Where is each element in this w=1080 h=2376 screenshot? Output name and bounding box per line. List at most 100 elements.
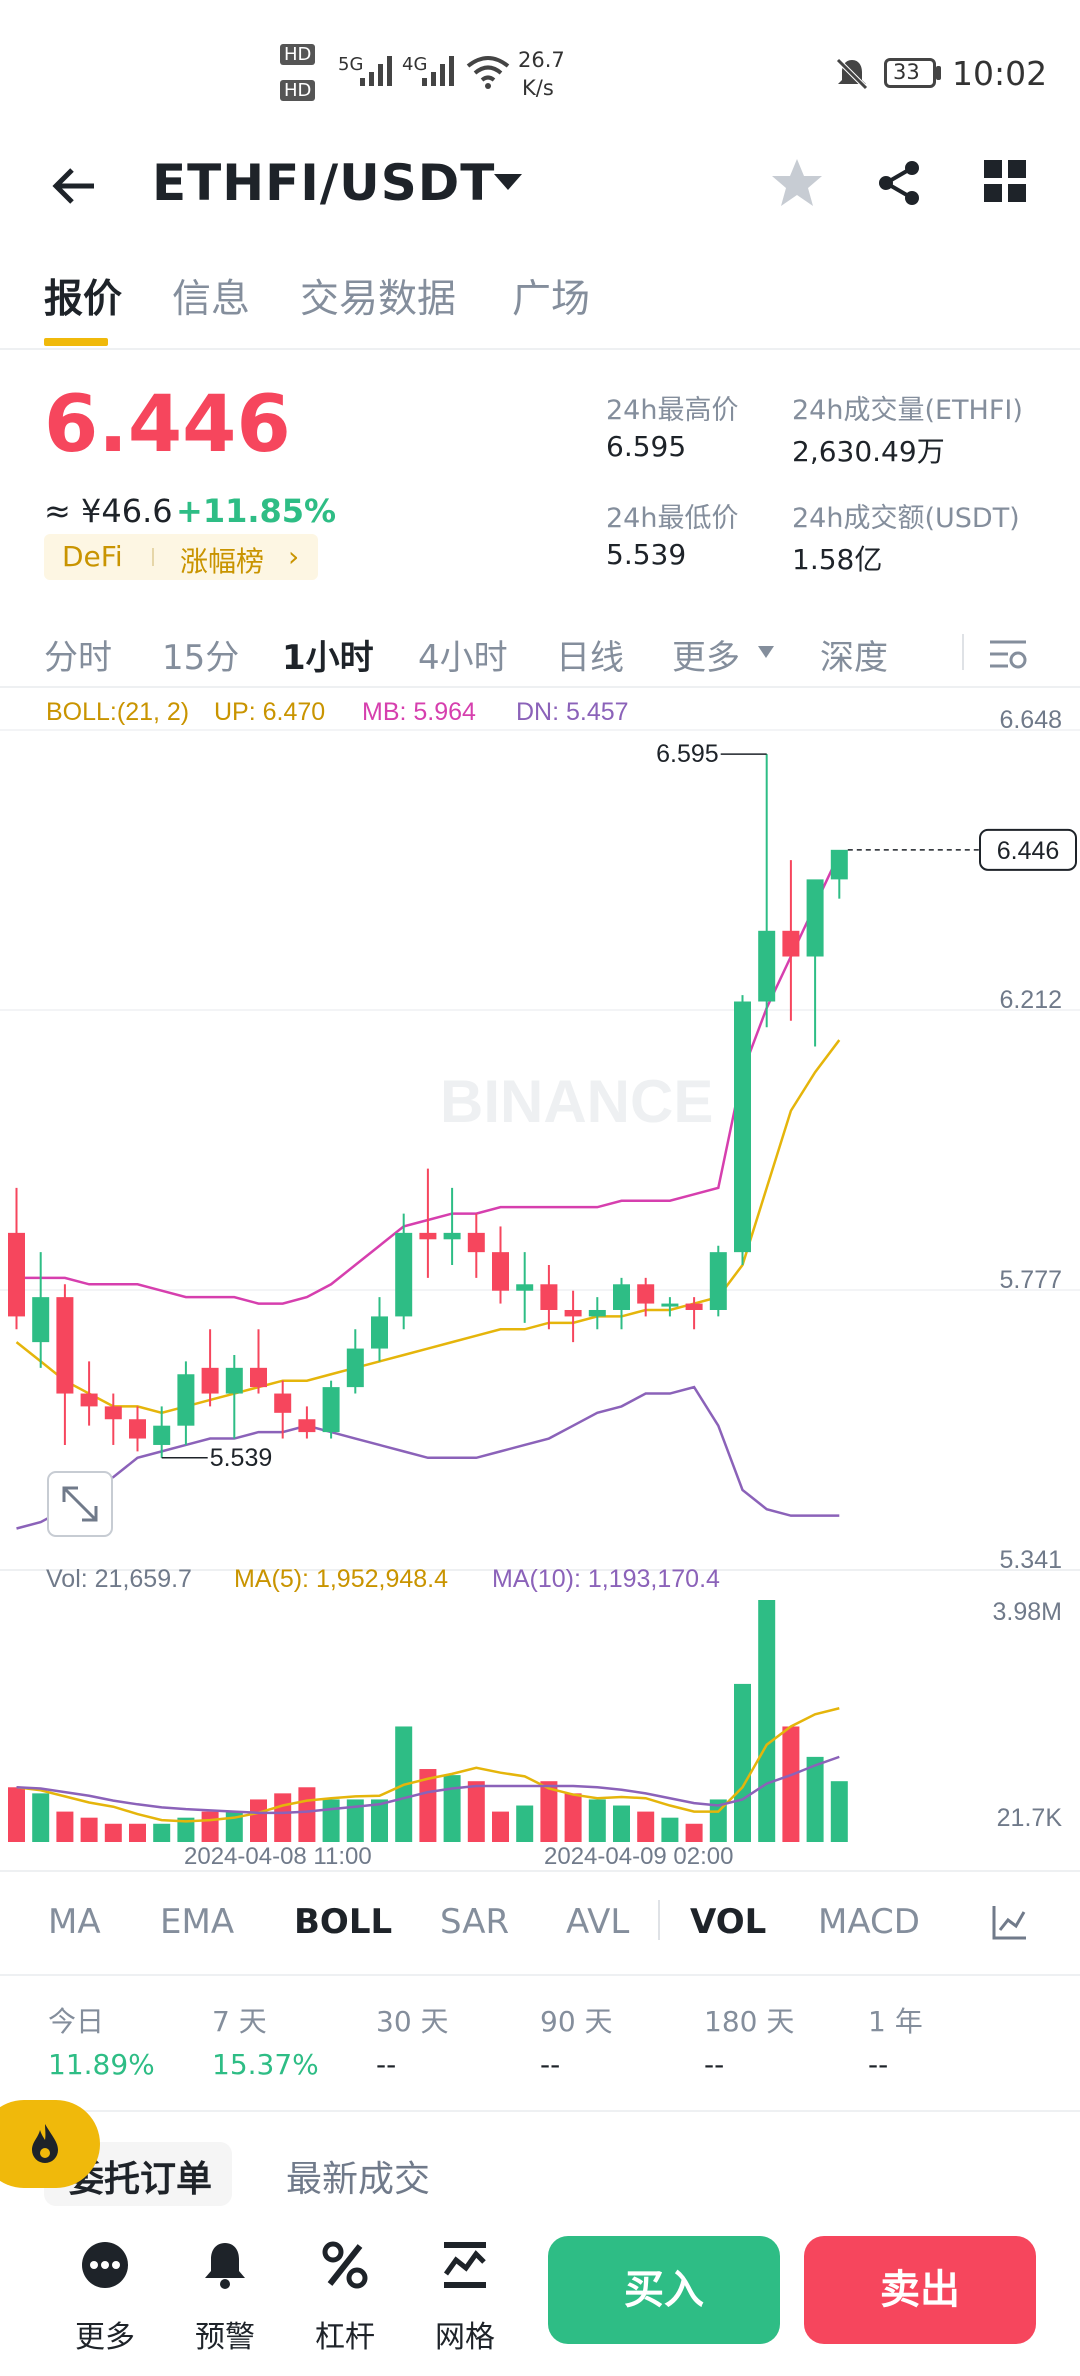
perf-value-30d: -- [376,2048,397,2081]
indicator-settings-icon[interactable] [990,1902,1030,1942]
interval-depth[interactable]: 深度 [820,630,888,679]
boll-up-legend: UP: 6.470 [214,698,325,726]
perf-value-7d: 15.37% [212,2048,319,2081]
leverage-button[interactable]: 杠杆 [290,2220,400,2370]
hot-fab[interactable] [0,2100,100,2188]
flame-icon [32,2124,58,2163]
candle-body [104,1406,122,1420]
candle-body [346,1348,364,1388]
volume-bar [516,1805,534,1842]
tab-info[interactable]: 信息 [172,268,250,324]
volume-bar [153,1823,171,1842]
interval-more[interactable]: 更多 [672,630,740,679]
volume-bars [8,1600,848,1842]
indicator-vol[interactable]: VOL [690,1902,766,1942]
volume-bar [8,1787,25,1842]
alert-button[interactable]: 预警 [170,2220,280,2370]
volume-bar [298,1787,316,1842]
volume-bar [104,1823,122,1842]
share-icon[interactable] [874,158,924,208]
grid-button[interactable]: 网格 [410,2220,520,2370]
pair-header: ETHFI/USDT [0,140,1080,250]
candle-body [661,1303,679,1307]
status-bar: HD HD 5G 4G 26.7 K/s 33 10:02 [0,0,1080,150]
interval-1h[interactable]: 1小时 [282,630,374,679]
vol-ma5-legend: MA(5): 1,952,948.4 [234,1565,448,1593]
sector-tag[interactable]: DeFi [62,540,123,573]
interval-timeline[interactable]: 分时 [44,630,112,679]
volume-bar [588,1799,606,1842]
last-price-marker: 6.446 [997,837,1060,865]
candle-body [371,1316,388,1349]
signal-icon-2 [422,56,454,86]
tab-square[interactable]: 广场 [512,268,590,324]
volume-bar [564,1793,582,1842]
sell-button[interactable]: 卖出 [804,2236,1036,2344]
interval-bar: 分时 15分 1小时 4小时 日线 更多 深度 [0,620,1080,688]
order-tabs: 委托订单 最新成交 [0,2110,1080,2210]
expand-chart-icon[interactable] [47,1471,113,1537]
indicator-ema[interactable]: EMA [160,1902,234,1942]
low-label: 24h最低价 [606,503,739,534]
low-price-marker: 5.539 [210,1444,273,1472]
grid-layout-icon[interactable] [982,158,1028,204]
candle-body [734,1001,751,1253]
binance-watermark: BINANCE [440,1068,713,1135]
favorite-star-icon[interactable] [770,156,824,210]
perf-value-90d: -- [540,2048,561,2081]
interval-15m[interactable]: 15分 [162,630,239,679]
candle-body [588,1309,606,1317]
vol-axis-label: 3.98M [993,1598,1062,1626]
net-speed-value: 26.7 [518,48,565,72]
time-axis-label: 2024-04-09 02:00 [544,1843,734,1870]
kline-svg[interactable]: BOLL:(21, 2) UP: 6.470 MB: 5.964 DN: 5.4… [0,690,1080,1870]
chart-settings-icon[interactable] [988,636,1028,672]
signal-icon [360,56,392,86]
net-speed-unit: K/s [522,76,554,100]
more-label: 更多 [75,2320,135,2355]
more-button[interactable]: 更多 [50,2220,160,2370]
indicator-boll[interactable]: BOLL [294,1902,392,1942]
kline-chart[interactable]: BOLL:(21, 2) UP: 6.470 MB: 5.964 DN: 5.4… [0,690,1080,1870]
tab-quote[interactable]: 报价 [44,268,122,324]
mute-bell-icon [836,58,868,90]
pair-title[interactable]: ETHFI/USDT [152,154,495,212]
indicator-sar[interactable]: SAR [440,1902,509,1942]
perf-label-30d: 30 天 [376,2005,449,2038]
volume-bar [806,1756,824,1842]
indicator-avl[interactable]: AVL [566,1902,629,1942]
sector-tag-box[interactable]: DeFi 涨幅榜 › [44,534,318,580]
boll-legend: BOLL:(21, 2) [46,698,189,726]
volume-value: 2,630.49万 [792,435,945,468]
more-dots-icon [82,2242,128,2288]
volume-bar [274,1793,292,1842]
candle-body [564,1309,582,1317]
indicator-macd[interactable]: MACD [818,1902,920,1942]
volume-bar [637,1811,655,1842]
back-arrow-icon[interactable] [50,162,98,210]
interval-1d[interactable]: 日线 [556,630,624,679]
main-tabs: 报价 信息 交易数据 广场 [0,262,1080,350]
battery-tip [936,66,941,80]
candle-body [153,1425,171,1445]
tab-trade-data[interactable]: 交易数据 [300,268,456,324]
interval-4h[interactable]: 4小时 [418,630,508,679]
perf-label-7d: 7 天 [212,2005,267,2038]
amount-value: 1.58亿 [792,543,883,576]
candle-body [443,1232,461,1240]
pair-dropdown-icon[interactable] [492,170,524,194]
perf-label-90d: 90 天 [540,2005,613,2038]
candle-body [540,1284,558,1310]
indicator-ma[interactable]: MA [48,1902,101,1942]
price-change: +11.85% [176,492,337,530]
buy-button[interactable]: 买入 [548,2236,780,2344]
last-price: 6.446 [44,380,291,470]
candle-body [516,1284,534,1291]
candle-body [709,1252,727,1310]
rank-tag[interactable]: 涨幅榜 [180,540,264,580]
high-price-marker: 6.595 [656,740,719,768]
candle-body [685,1303,703,1310]
tab-recent-trades[interactable]: 最新成交 [286,2150,430,2202]
perf-label-180d: 180 天 [704,2005,795,2038]
volume-bar [685,1823,703,1842]
